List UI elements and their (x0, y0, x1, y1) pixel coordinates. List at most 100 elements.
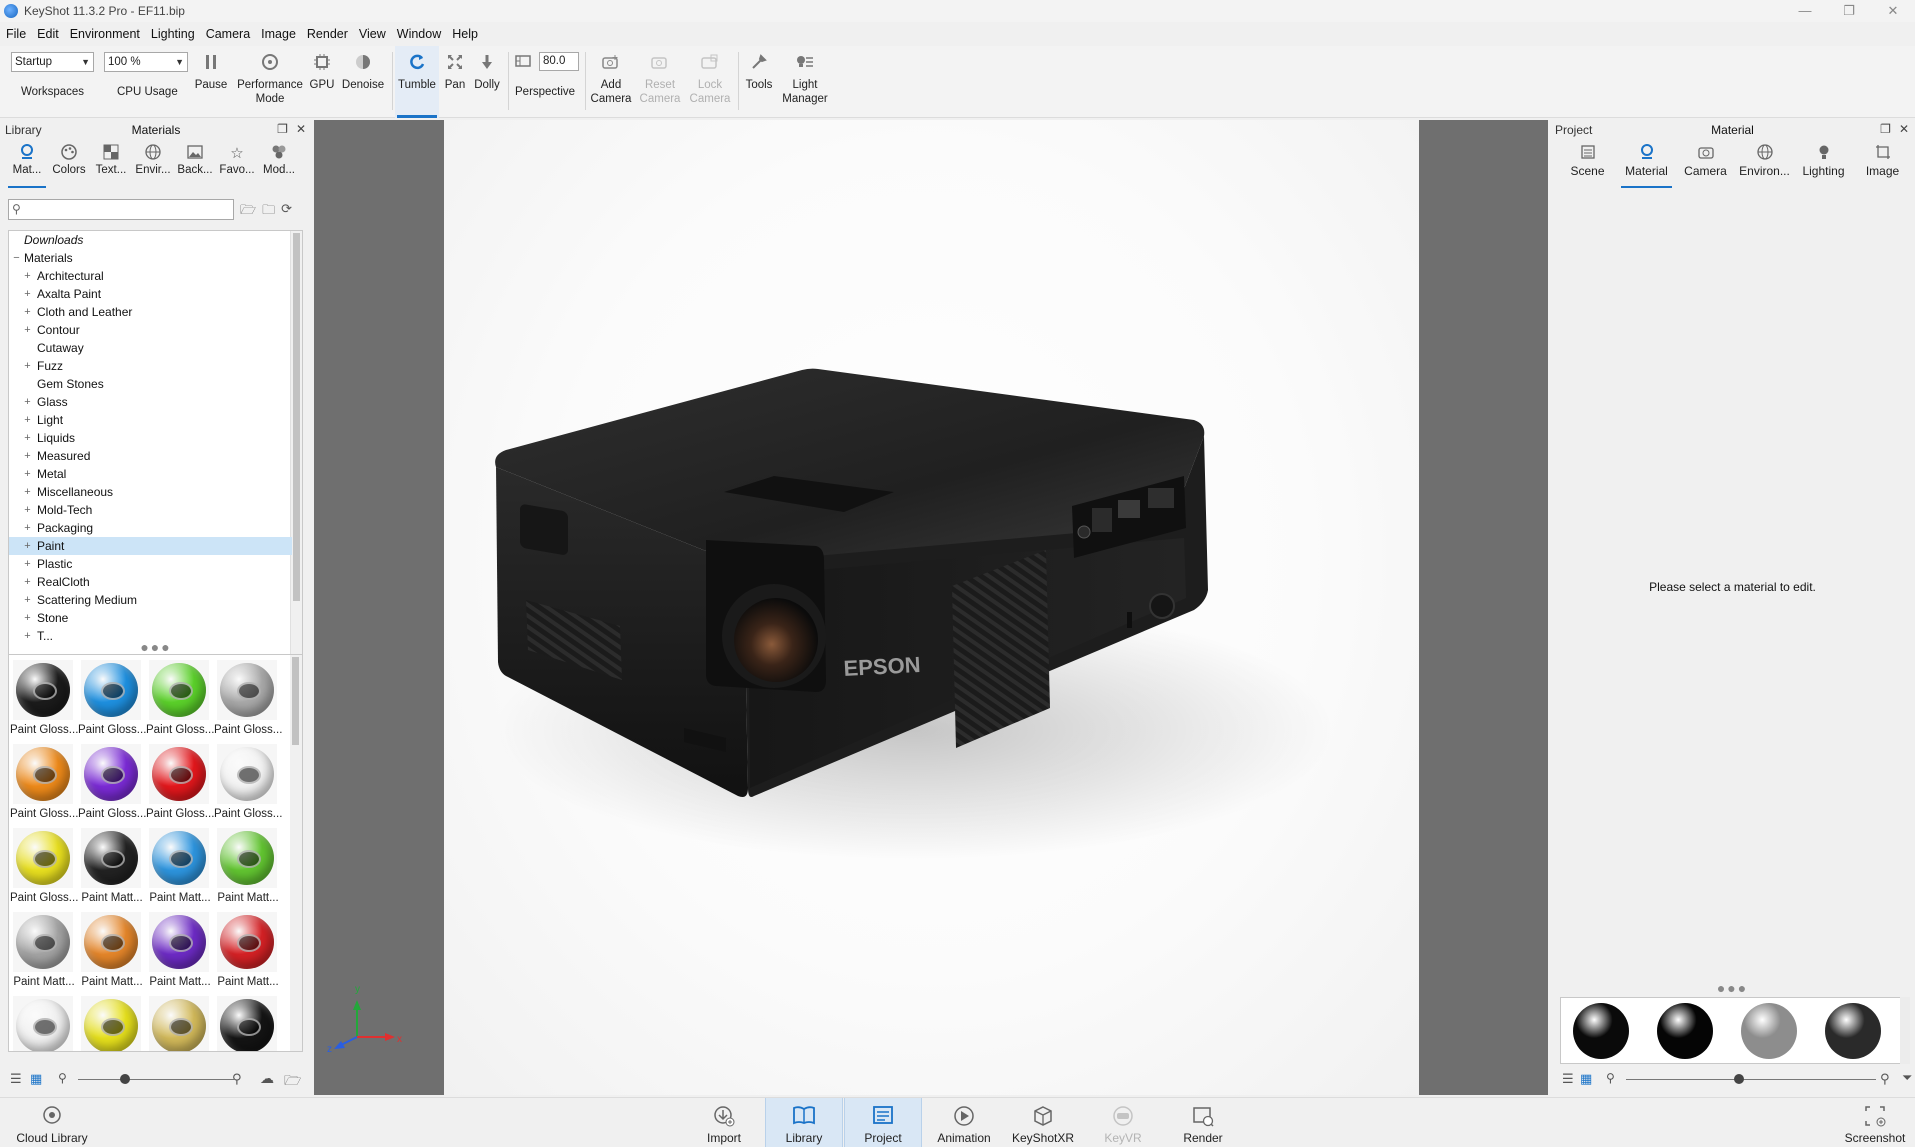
tree-item[interactable]: + Stone (9, 609, 292, 627)
scene-material-sphere[interactable] (1825, 1003, 1881, 1059)
render-canvas[interactable]: EPSON (444, 120, 1419, 1095)
minimize-icon[interactable]: — (1783, 0, 1827, 22)
tab-textures[interactable]: Text... (90, 144, 132, 186)
tree-scrollbar-thumb[interactable] (293, 233, 300, 601)
tab-favorites[interactable]: ☆ Favo... (216, 144, 258, 186)
collapse-icon[interactable]: − (12, 249, 21, 267)
tree-item[interactable]: + Light (9, 411, 292, 429)
material-thumbnail[interactable]: Paint Matt... (146, 824, 214, 906)
tree-item[interactable]: + Miscellaneous (9, 483, 292, 501)
material-thumbnail[interactable] (146, 992, 214, 1051)
tree-item[interactable]: + RealCloth (9, 573, 292, 591)
project-toggle-button[interactable]: Project (844, 1098, 922, 1147)
pan-button[interactable]: Pan (441, 46, 469, 118)
tree-item[interactable]: + Axalta Paint (9, 285, 292, 303)
material-thumbnail[interactable]: Paint Gloss... (146, 656, 214, 738)
tab-environments[interactable]: Envir... (132, 144, 174, 186)
material-thumbnail[interactable]: Paint Gloss... (78, 740, 146, 822)
tab-models[interactable]: Mod... (258, 144, 300, 186)
keyvr-button[interactable]: KeyVR (1093, 1098, 1153, 1147)
library-toggle-button[interactable]: Library (765, 1098, 843, 1147)
expand-icon[interactable]: + (23, 501, 32, 519)
expand-icon[interactable]: + (23, 267, 32, 285)
material-thumbnail[interactable] (10, 992, 78, 1051)
tree-item[interactable]: − Materials (9, 249, 292, 267)
expand-icon[interactable]: + (23, 357, 32, 375)
scene-material-sphere[interactable] (1657, 1003, 1713, 1059)
reset-camera-button[interactable]: Reset Camera (636, 46, 684, 118)
thumbnails-scrollbar[interactable] (290, 655, 302, 1051)
tab-scene[interactable]: Scene (1558, 144, 1617, 186)
tree-item[interactable]: Cutaway (9, 339, 292, 357)
zoom-in-icon[interactable]: ⚲ (1880, 1071, 1890, 1087)
material-thumbnail[interactable]: Paint Matt... (214, 908, 282, 990)
menu-edit[interactable]: Edit (37, 27, 59, 41)
gpu-button[interactable]: GPU (308, 46, 336, 118)
tab-lighting[interactable]: Lighting (1794, 144, 1853, 186)
zoom-out-icon[interactable]: ⚲ (1606, 1071, 1615, 1085)
cloud-library-button[interactable]: Cloud Library (8, 1098, 96, 1147)
tree-item[interactable]: + Metal (9, 465, 292, 483)
tree-item[interactable]: Downloads (9, 231, 292, 249)
library-search-input[interactable]: ⚲ (8, 199, 234, 220)
expand-icon[interactable]: + (23, 411, 32, 429)
tools-button[interactable]: Tools (741, 46, 777, 118)
undock-icon[interactable]: ❐ (277, 122, 288, 136)
restore-icon[interactable]: ❐ (1827, 0, 1871, 22)
menu-help[interactable]: Help (452, 27, 478, 41)
animation-button[interactable]: Animation (930, 1098, 998, 1147)
cloud-download-icon[interactable]: ☁ (260, 1070, 274, 1087)
render-button[interactable]: Render (1172, 1098, 1234, 1147)
zoom-out-icon[interactable]: ⚲ (58, 1071, 67, 1085)
material-thumbnail[interactable]: Paint Gloss... (10, 824, 78, 906)
grid-view-icon[interactable]: ▦ (1580, 1071, 1592, 1087)
import-folder-icon[interactable]: 🗁 (240, 201, 256, 223)
close-icon[interactable]: ✕ (296, 122, 306, 136)
tree-item[interactable]: + Contour (9, 321, 292, 339)
menu-camera[interactable]: Camera (206, 27, 250, 41)
material-thumbnail[interactable] (78, 992, 146, 1051)
lock-camera-button[interactable]: Lock Camera (686, 46, 734, 118)
tumble-button[interactable]: Tumble (395, 46, 439, 118)
menu-view[interactable]: View (359, 27, 386, 41)
expand-icon[interactable]: + (23, 483, 32, 501)
material-thumbnail[interactable]: Paint Gloss... (78, 656, 146, 738)
tab-backplates[interactable]: Back... (174, 144, 216, 186)
refresh-icon[interactable]: ⟳ (281, 201, 292, 223)
workspace-select[interactable]: Startup ▼ (11, 52, 94, 72)
expand-icon[interactable]: + (23, 573, 32, 591)
tree-item[interactable]: + Plastic (9, 555, 292, 573)
material-thumbnail[interactable]: Paint Gloss... (146, 740, 214, 822)
menu-environment[interactable]: Environment (70, 27, 140, 41)
material-thumbnail[interactable]: Paint Matt... (10, 908, 78, 990)
material-thumbnail[interactable]: Paint Matt... (78, 824, 146, 906)
expand-icon[interactable]: + (23, 447, 32, 465)
tree-item[interactable]: + Fuzz (9, 357, 292, 375)
close-icon[interactable]: ✕ (1899, 122, 1909, 136)
performance-mode-button[interactable]: Performance Mode (232, 46, 308, 118)
material-strip-scrollbar[interactable] (1900, 997, 1910, 1064)
material-thumbnail[interactable]: Paint Matt... (78, 908, 146, 990)
menu-image[interactable]: Image (261, 27, 296, 41)
splitter-handle[interactable]: ●●● (0, 639, 312, 655)
tab-material[interactable]: Material (1617, 144, 1676, 188)
tab-colors[interactable]: Colors (48, 144, 90, 186)
pause-button[interactable]: Pause (192, 46, 230, 118)
expand-icon[interactable]: + (23, 537, 32, 555)
tree-item[interactable]: + Packaging (9, 519, 292, 537)
close-icon[interactable]: ✕ (1871, 0, 1915, 22)
tree-item[interactable]: + Architectural (9, 267, 292, 285)
scene-material-sphere[interactable] (1741, 1003, 1797, 1059)
material-thumbnail[interactable]: Paint Matt... (214, 824, 282, 906)
material-thumbnail[interactable]: Paint Gloss... (214, 740, 282, 822)
tree-item[interactable]: + Scattering Medium (9, 591, 292, 609)
import-button[interactable]: Import (692, 1098, 756, 1147)
light-manager-button[interactable]: Light Manager (779, 46, 831, 118)
expand-icon[interactable]: + (23, 321, 32, 339)
field-of-view-input[interactable]: 80.0 (539, 52, 579, 71)
add-camera-button[interactable]: Add Camera (588, 46, 634, 118)
keyshotxr-button[interactable]: KeyShotXR (1006, 1098, 1080, 1147)
tab-camera[interactable]: Camera (1676, 144, 1735, 186)
tree-item[interactable]: + Paint (9, 537, 292, 555)
add-folder-icon[interactable]: 🗀 (262, 201, 275, 223)
